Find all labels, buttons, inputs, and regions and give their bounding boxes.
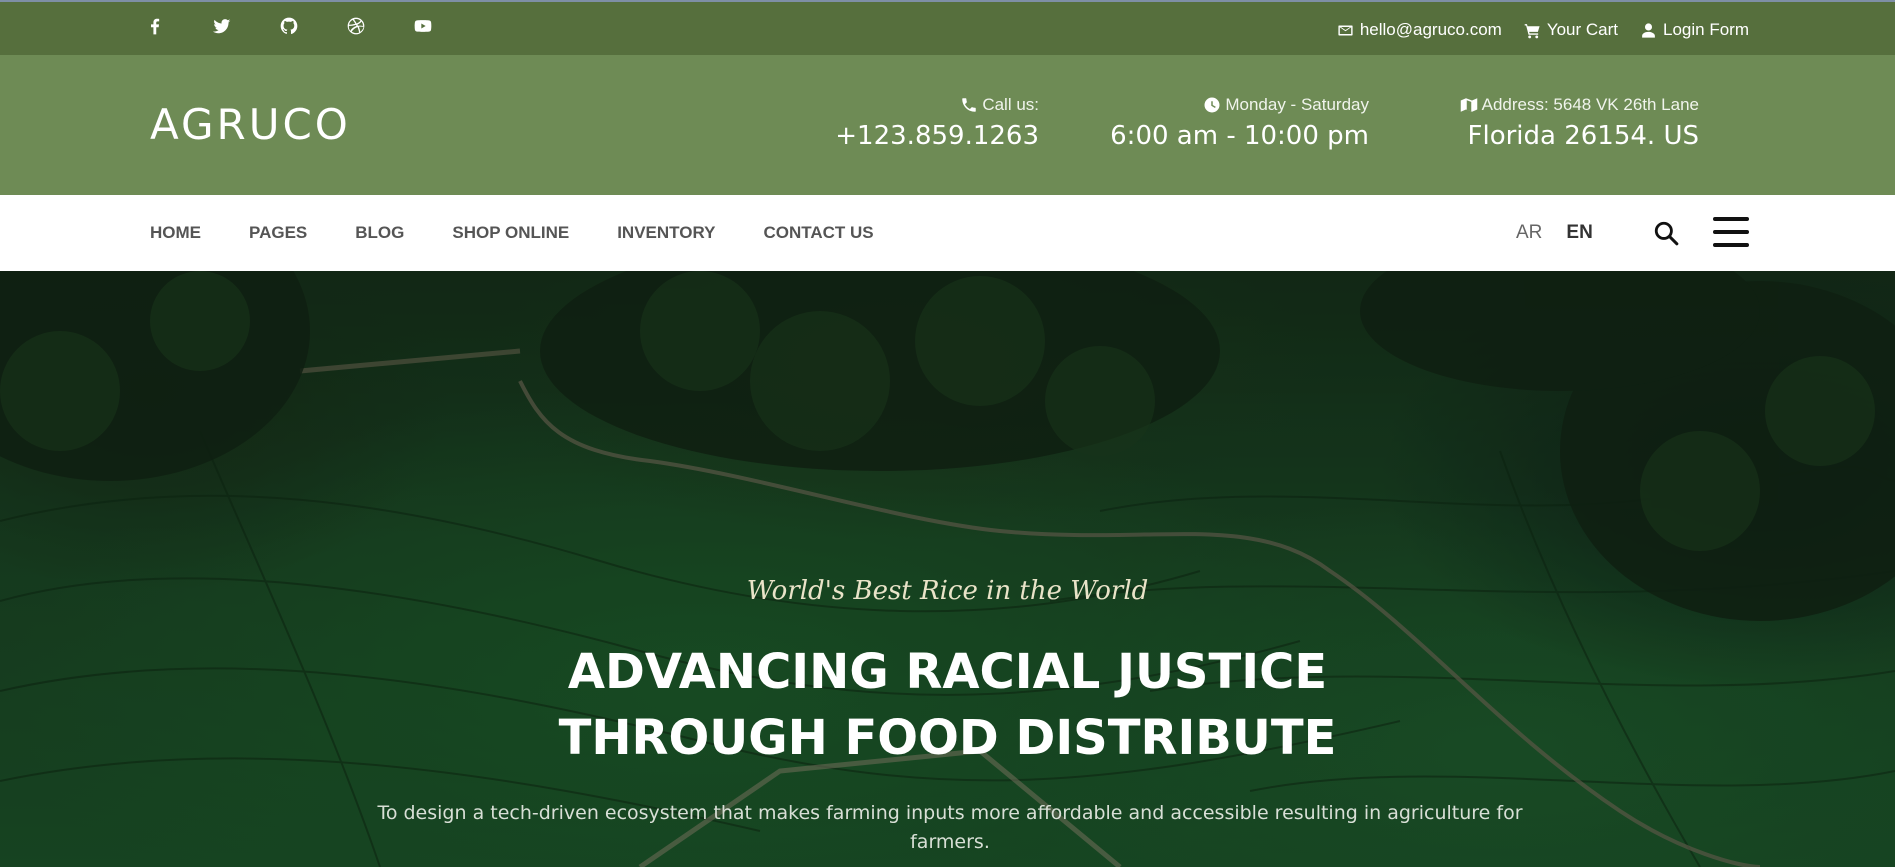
logo[interactable]: AGRUCO: [150, 100, 351, 149]
email-link[interactable]: hello@agruco.com: [1337, 20, 1502, 40]
address-info: Address: 5648 VK 26th Lane Florida 26154…: [1460, 95, 1699, 151]
hero-subtext: To design a tech-driven ecosystem that m…: [377, 802, 1523, 853]
dribbble-icon: [347, 17, 365, 35]
hero-banner: World's Best Rice in the World ADVANCING…: [0, 271, 1895, 867]
nav-item-contact-us[interactable]: CONTACT US: [763, 223, 873, 243]
top-bar: hello@agruco.com Your Cart Login Form: [0, 0, 1895, 55]
main-nav: HOME PAGES BLOG SHOP ONLINE INVENTORY CO…: [0, 195, 1895, 271]
facebook-link[interactable]: [145, 16, 167, 38]
hero-headline-line2: THROUGH FOOD DISTRIBUTE: [558, 710, 1337, 766]
youtube-link[interactable]: [413, 16, 435, 38]
dribbble-link[interactable]: [346, 16, 368, 38]
envelope-icon: [1338, 25, 1353, 35]
hours-label: Monday - Saturday: [1225, 95, 1369, 114]
address-value: Florida 26154. US: [1467, 121, 1699, 151]
hero-tagline: World's Best Rice in the World: [746, 576, 1149, 606]
github-icon: [280, 17, 298, 35]
phone-info: Call us: +123.859.1263: [835, 95, 1039, 151]
nav-item-inventory[interactable]: INVENTORY: [617, 223, 715, 243]
login-text: Login Form: [1663, 20, 1749, 39]
address-label-row: Address: 5648 VK 26th Lane: [1460, 95, 1699, 115]
clock-icon: [1204, 97, 1220, 113]
cart-link[interactable]: Your Cart: [1524, 20, 1618, 40]
login-link[interactable]: Login Form: [1640, 20, 1749, 40]
hamburger-icon: [1713, 217, 1749, 221]
email-text: hello@agruco.com: [1359, 20, 1502, 39]
top-links: hello@agruco.com Your Cart Login Form: [1337, 20, 1749, 40]
site-header: AGRUCO Call us: +123.859.1263 Monday - S…: [0, 55, 1895, 195]
address-label: Address: 5648 VK 26th Lane: [1481, 95, 1699, 114]
github-link[interactable]: [279, 16, 301, 38]
hero-headline-line1: ADVANCING RACIAL JUSTICE: [567, 644, 1328, 700]
nav-item-pages[interactable]: PAGES: [249, 223, 307, 243]
cart-text: Your Cart: [1546, 20, 1619, 39]
nav-item-blog[interactable]: BLOG: [355, 223, 404, 243]
user-icon: [1642, 22, 1655, 38]
youtube-icon: [414, 20, 432, 32]
twitter-link[interactable]: [212, 16, 234, 38]
nav-item-home[interactable]: HOME: [150, 223, 201, 243]
lang-ar[interactable]: AR: [1516, 222, 1542, 244]
phone-label: Call us:: [982, 95, 1039, 114]
search-button[interactable]: [1653, 220, 1681, 248]
menu-button[interactable]: [1713, 217, 1749, 247]
search-icon: [1654, 221, 1679, 246]
language-switcher: AR EN: [1516, 222, 1593, 244]
lang-en[interactable]: EN: [1566, 222, 1592, 244]
cart-icon: [1524, 23, 1540, 38]
hours-label-row: Monday - Saturday: [1110, 95, 1369, 115]
twitter-icon: [212, 19, 231, 34]
social-links: [145, 16, 480, 38]
nav-menu: HOME PAGES BLOG SHOP ONLINE INVENTORY CO…: [150, 223, 922, 243]
nav-item-shop-online[interactable]: SHOP ONLINE: [452, 223, 569, 243]
hero-headline: ADVANCING RACIAL JUSTICE THROUGH FOOD DI…: [0, 639, 1895, 771]
hours-info: Monday - Saturday 6:00 am - 10:00 pm: [1110, 95, 1369, 151]
hours-value: 6:00 am - 10:00 pm: [1110, 121, 1369, 151]
map-icon: [1460, 98, 1477, 112]
facebook-icon: [151, 18, 160, 35]
phone-number[interactable]: +123.859.1263: [835, 121, 1039, 151]
hero-overlay: [0, 271, 1895, 867]
phone-icon: [962, 98, 977, 112]
phone-label-row: Call us:: [835, 95, 1039, 115]
